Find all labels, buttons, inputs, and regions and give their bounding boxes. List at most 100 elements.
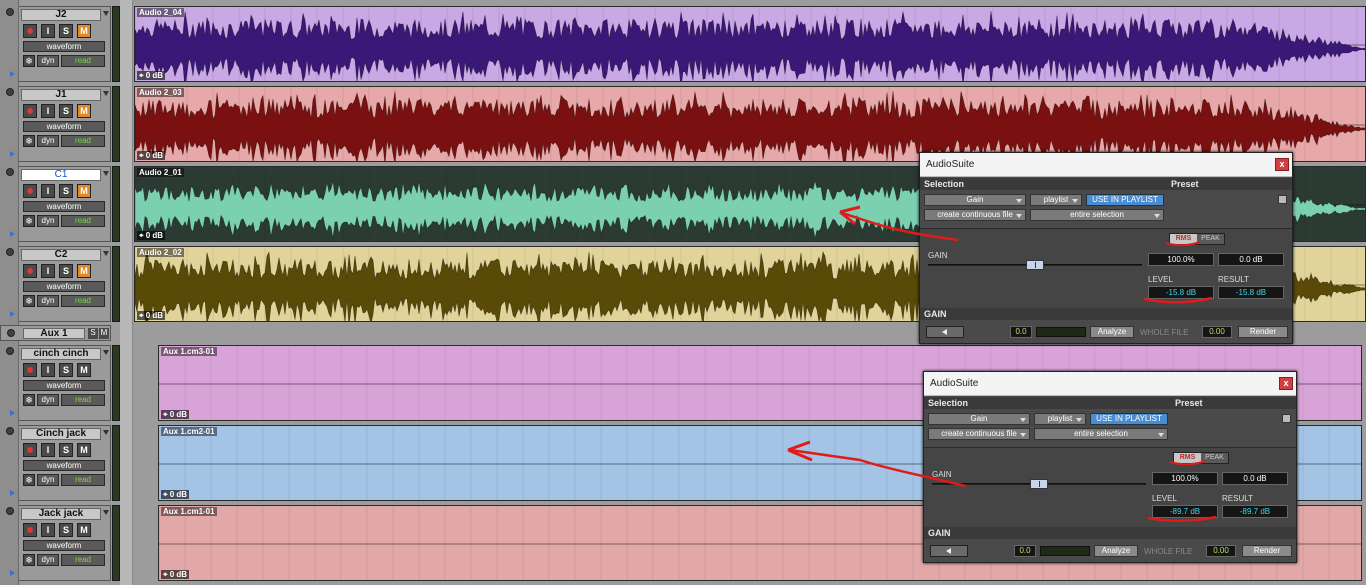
track-header[interactable]: C2 I S M waveform ❄ dyn read (19, 246, 111, 322)
analyze-button[interactable]: Analyze (1094, 545, 1138, 557)
track-header[interactable]: Cinch jack I S M waveform ❄ dyn read (19, 425, 111, 501)
track-name-menu-icon[interactable] (103, 430, 109, 435)
track-expand-icon[interactable] (6, 347, 14, 355)
preview-play-icon[interactable] (926, 326, 964, 338)
track-playlist-arrow-icon[interactable] (10, 490, 15, 496)
track-playlist-arrow-icon[interactable] (10, 410, 15, 416)
track-header[interactable]: J2 I S M waveform ❄ dyn read (19, 6, 111, 82)
record-enable-button[interactable] (23, 363, 37, 377)
track-playlist-arrow-icon[interactable] (10, 231, 15, 237)
solo-button[interactable]: S (59, 104, 73, 118)
elastic-audio-icon[interactable]: ❄ (23, 295, 35, 307)
audiosuite-window[interactable]: AudioSuite x Selection Preset Gain playl… (919, 152, 1293, 344)
solo-button[interactable]: S (59, 443, 73, 457)
preset-menu-icon[interactable] (1278, 195, 1287, 204)
track-name-menu-icon[interactable] (103, 91, 109, 96)
solo-button[interactable]: S (59, 363, 73, 377)
folder-toggle-icon[interactable] (7, 329, 15, 337)
peak-button[interactable]: PEAK (1197, 234, 1224, 244)
automation-mode-selector[interactable]: read (61, 474, 105, 486)
playlist-selector[interactable]: playlist (1030, 194, 1082, 206)
record-enable-button[interactable] (23, 184, 37, 198)
clip-gain-label[interactable]: ⌖ 0 dB (137, 231, 166, 240)
audio-clip[interactable]: Audio 2_04 ⌖ 0 dB (134, 6, 1366, 82)
track-expand-icon[interactable] (6, 88, 14, 96)
track-header[interactable]: J1 I S M waveform ❄ dyn read (19, 86, 111, 162)
track-expand-icon[interactable] (6, 8, 14, 16)
automation-mode-selector[interactable]: read (61, 394, 105, 406)
input-monitor-button[interactable]: I (41, 443, 55, 457)
preset-menu-icon[interactable] (1282, 414, 1291, 423)
input-monitor-button[interactable]: I (41, 363, 55, 377)
track-view-selector[interactable]: waveform (23, 460, 105, 471)
gain-slider-thumb[interactable] (1026, 260, 1044, 270)
elastic-audio-icon[interactable]: ❄ (23, 55, 35, 67)
render-button[interactable]: Render (1242, 545, 1292, 557)
solo-button[interactable]: S (59, 24, 73, 38)
track-playlist-arrow-icon[interactable] (10, 151, 15, 157)
track-playlist-arrow-icon[interactable] (10, 570, 15, 576)
mute-button[interactable]: M (77, 264, 91, 278)
close-icon[interactable]: x (1279, 377, 1293, 390)
close-icon[interactable]: x (1275, 158, 1289, 171)
handle-length-field[interactable]: 0.00 (1206, 545, 1236, 557)
track-expand-icon[interactable] (6, 427, 14, 435)
timebase-selector[interactable]: dyn (37, 135, 59, 147)
gain-percent-field[interactable]: 100.0% (1148, 253, 1214, 266)
handle-length-field[interactable]: 0.00 (1202, 326, 1232, 338)
audiosuite-titlebar[interactable]: AudioSuite x (924, 372, 1296, 396)
automation-mode-selector[interactable]: read (61, 295, 105, 307)
gain-db-field[interactable]: 0.0 dB (1222, 472, 1288, 485)
track-name-menu-icon[interactable] (103, 171, 109, 176)
peak-button[interactable]: PEAK (1201, 453, 1228, 463)
track-view-selector[interactable]: waveform (23, 201, 105, 212)
plugin-selector[interactable]: Gain (924, 194, 1026, 206)
track-playlist-arrow-icon[interactable] (10, 311, 15, 317)
solo-button[interactable]: S (59, 184, 73, 198)
gain-percent-field[interactable]: 100.0% (1152, 472, 1218, 485)
audiosuite-window[interactable]: AudioSuite x Selection Preset Gain playl… (923, 371, 1297, 563)
track-name[interactable]: Jack jack (21, 508, 101, 520)
mute-button[interactable]: M (77, 104, 91, 118)
timebase-selector[interactable]: dyn (37, 55, 59, 67)
track-view-selector[interactable]: waveform (23, 540, 105, 551)
solo-button[interactable]: S (59, 264, 73, 278)
track-expand-icon[interactable] (6, 248, 14, 256)
track-name-menu-icon[interactable] (103, 510, 109, 515)
elastic-audio-icon[interactable]: ❄ (23, 135, 35, 147)
handle-field[interactable]: 0.0 (1014, 545, 1036, 557)
clip-gain-label[interactable]: ⌖ 0 dB (137, 71, 166, 80)
track-name[interactable]: Cinch jack (21, 428, 101, 440)
input-monitor-button[interactable]: I (41, 523, 55, 537)
detection-mode-toggle[interactable]: RMS PEAK (1169, 233, 1225, 245)
timebase-selector[interactable]: dyn (37, 554, 59, 566)
track-name[interactable]: C1 (21, 169, 101, 181)
track-playlist-arrow-icon[interactable] (10, 71, 15, 77)
track-name-menu-icon[interactable] (103, 350, 109, 355)
detection-mode-toggle[interactable]: RMS PEAK (1173, 452, 1229, 464)
whole-file-label[interactable]: WHOLE FILE (1140, 328, 1188, 337)
track-header[interactable]: cinch cinch I S M waveform ❄ dyn read (19, 345, 111, 421)
whole-file-label[interactable]: WHOLE FILE (1144, 547, 1192, 556)
selection-mode-selector[interactable]: entire selection (1034, 428, 1168, 440)
elastic-audio-icon[interactable]: ❄ (23, 474, 35, 486)
track-view-selector[interactable]: waveform (23, 41, 105, 52)
elastic-audio-icon[interactable]: ❄ (23, 215, 35, 227)
elastic-audio-icon[interactable]: ❄ (23, 554, 35, 566)
analyze-button[interactable]: Analyze (1090, 326, 1134, 338)
aux-mute-button[interactable]: M (99, 328, 109, 339)
aux-folder-name[interactable]: Aux 1 (23, 328, 85, 339)
record-enable-button[interactable] (23, 523, 37, 537)
track-name[interactable]: C2 (21, 249, 101, 261)
clip-gain-label[interactable]: ⌖ 0 dB (137, 151, 166, 160)
track-expand-icon[interactable] (6, 168, 14, 176)
mute-button[interactable]: M (77, 184, 91, 198)
mute-button[interactable]: M (77, 523, 91, 537)
track-name-menu-icon[interactable] (103, 251, 109, 256)
aux-folder-track[interactable]: Aux 1 S M (0, 325, 111, 341)
rms-button[interactable]: RMS (1170, 234, 1197, 244)
clip-gain-label[interactable]: ⌖ 0 dB (161, 490, 190, 499)
playlist-selector[interactable]: playlist (1034, 413, 1086, 425)
record-enable-button[interactable] (23, 24, 37, 38)
mute-button[interactable]: M (77, 363, 91, 377)
